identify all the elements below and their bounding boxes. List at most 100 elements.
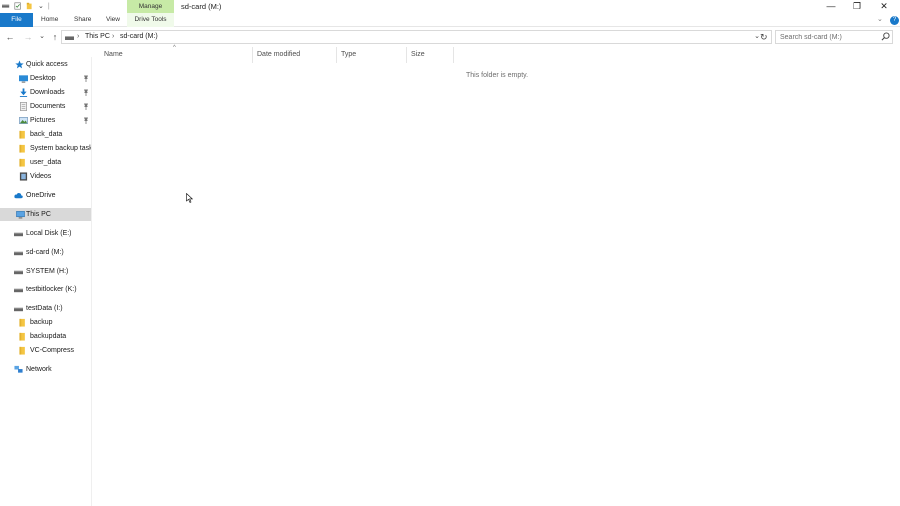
- nav-label: Videos: [30, 173, 52, 180]
- nav-label: testData (I:): [26, 305, 63, 312]
- address-row: ← → ⌄ ↑ › This PC › sd-card (M:) ⌄ ↻: [0, 29, 900, 45]
- nav-network[interactable]: Network: [0, 363, 91, 376]
- column-divider[interactable]: [406, 47, 407, 63]
- restore-icon[interactable]: ❐: [844, 0, 870, 13]
- help-icon[interactable]: ?: [890, 16, 899, 25]
- back-arrow-icon[interactable]: ←: [5, 31, 15, 43]
- column-header-name[interactable]: Name: [104, 47, 123, 63]
- nav-label: System backup task: [30, 145, 91, 152]
- nav-label: Desktop: [30, 75, 56, 82]
- breadcrumb-this-pc[interactable]: This PC: [85, 31, 110, 43]
- tab-home[interactable]: Home: [41, 13, 58, 27]
- pictures-icon: [19, 117, 28, 124]
- nav-item-user-data[interactable]: user_data: [0, 156, 91, 169]
- tab-share[interactable]: Share: [74, 13, 91, 27]
- search-icon[interactable]: [881, 32, 890, 41]
- nav-item-videos[interactable]: Videos: [0, 170, 91, 183]
- column-header-size[interactable]: Size: [411, 47, 425, 63]
- pin-icon[interactable]: [83, 75, 89, 82]
- drive-icon: [14, 288, 23, 293]
- tab-file[interactable]: File: [0, 13, 33, 27]
- nav-label: VC-Compress: [30, 347, 74, 354]
- nav-label: OneDrive: [26, 192, 56, 199]
- pin-icon[interactable]: [83, 117, 89, 124]
- empty-folder-message: This folder is empty.: [466, 72, 529, 79]
- nav-label: Downloads: [30, 89, 65, 96]
- nav-drive-sd-card-m[interactable]: sd-card (M:): [0, 246, 91, 259]
- new-folder-icon[interactable]: [26, 2, 34, 10]
- tab-drive-tools[interactable]: Drive Tools: [127, 13, 174, 27]
- drive-icon: [14, 251, 23, 256]
- drive-icon: [65, 36, 74, 40]
- nav-drive-testbitlocker-k[interactable]: testbitlocker (K:): [0, 283, 91, 296]
- properties-icon[interactable]: [14, 2, 22, 10]
- nav-item-backup[interactable]: backup: [0, 316, 91, 329]
- nav-label: SYSTEM (H:): [26, 268, 69, 275]
- drive-icon[interactable]: [2, 2, 10, 10]
- pin-icon[interactable]: [83, 89, 89, 96]
- breadcrumb-chevron-icon[interactable]: ›: [112, 31, 114, 43]
- network-icon: [14, 365, 23, 373]
- nav-item-vc-compress[interactable]: VC-Compress: [0, 344, 91, 357]
- sort-ascending-icon: ^: [173, 45, 176, 51]
- nav-this-pc[interactable]: This PC: [0, 208, 91, 221]
- column-header-type[interactable]: Type: [341, 47, 356, 63]
- column-divider[interactable]: [336, 47, 337, 63]
- title-bar: ⌄ | Manage sd-card (M:) — ❐ ✕: [0, 0, 900, 13]
- nav-label: user_data: [30, 159, 62, 166]
- folder-icon: [19, 346, 25, 355]
- column-divider[interactable]: [252, 47, 253, 63]
- manage-tab[interactable]: Manage: [127, 0, 174, 13]
- nav-label: Network: [26, 366, 52, 373]
- nav-label: backupdata: [30, 333, 67, 340]
- breadcrumb-chevron-icon[interactable]: ›: [77, 31, 79, 43]
- folder-icon: [19, 158, 25, 167]
- star-icon: [15, 60, 24, 69]
- folder-icon: [19, 144, 25, 153]
- customize-qat-chevron-icon[interactable]: ⌄: [38, 2, 44, 10]
- nav-onedrive[interactable]: OneDrive: [0, 189, 91, 202]
- nav-label: backup: [30, 319, 53, 326]
- folder-icon: [19, 130, 25, 139]
- folder-icon: [19, 332, 25, 341]
- nav-item-downloads[interactable]: Downloads: [0, 86, 91, 99]
- tab-view[interactable]: View: [106, 13, 120, 27]
- nav-label: back_data: [30, 131, 63, 138]
- address-bar[interactable]: › This PC › sd-card (M:) ⌄: [61, 30, 772, 44]
- pin-icon[interactable]: [83, 103, 89, 110]
- drive-icon: [14, 270, 23, 275]
- nav-label: Quick access: [26, 61, 68, 68]
- breadcrumb-sd-card[interactable]: sd-card (M:): [120, 31, 158, 43]
- close-icon[interactable]: ✕: [871, 0, 897, 13]
- nav-item-system-backup-task[interactable]: System backup task: [0, 142, 91, 155]
- column-divider[interactable]: [453, 47, 454, 63]
- videos-icon: [19, 172, 28, 181]
- search-input[interactable]: [775, 30, 893, 44]
- nav-label: This PC: [26, 211, 51, 218]
- nav-item-documents[interactable]: Documents: [0, 100, 91, 113]
- nav-drive-local-disk-e[interactable]: Local Disk (E:): [0, 227, 91, 240]
- nav-drive-testdata-i[interactable]: testData (I:): [0, 302, 91, 315]
- nav-item-pictures[interactable]: Pictures: [0, 114, 91, 127]
- computer-icon: [16, 211, 25, 219]
- ribbon-tab-bar: File Home Share View Drive Tools ⌄: [0, 13, 900, 27]
- up-arrow-icon[interactable]: ↑: [50, 31, 60, 43]
- nav-label: testbitlocker (K:): [26, 286, 77, 293]
- column-header-date-modified[interactable]: Date modified: [257, 47, 300, 63]
- cloud-icon: [14, 192, 23, 199]
- nav-item-backupdata[interactable]: backupdata: [0, 330, 91, 343]
- nav-item-back-data[interactable]: back_data: [0, 128, 91, 141]
- recent-locations-chevron-icon[interactable]: ⌄: [37, 31, 47, 43]
- drive-icon: [14, 307, 23, 312]
- quick-access-toolbar: ⌄ |: [2, 2, 50, 10]
- nav-item-desktop[interactable]: Desktop: [0, 72, 91, 85]
- nav-drive-system-h[interactable]: SYSTEM (H:): [0, 265, 91, 278]
- forward-arrow-icon[interactable]: →: [23, 31, 33, 43]
- window-title: sd-card (M:): [181, 2, 222, 11]
- expand-ribbon-chevron-icon[interactable]: ⌄: [877, 15, 883, 23]
- qat-divider: |: [47, 2, 50, 10]
- nav-quick-access[interactable]: Quick access: [0, 58, 91, 71]
- minimize-icon[interactable]: —: [818, 0, 844, 13]
- refresh-icon[interactable]: ↻: [760, 31, 768, 43]
- folder-icon: [19, 318, 25, 327]
